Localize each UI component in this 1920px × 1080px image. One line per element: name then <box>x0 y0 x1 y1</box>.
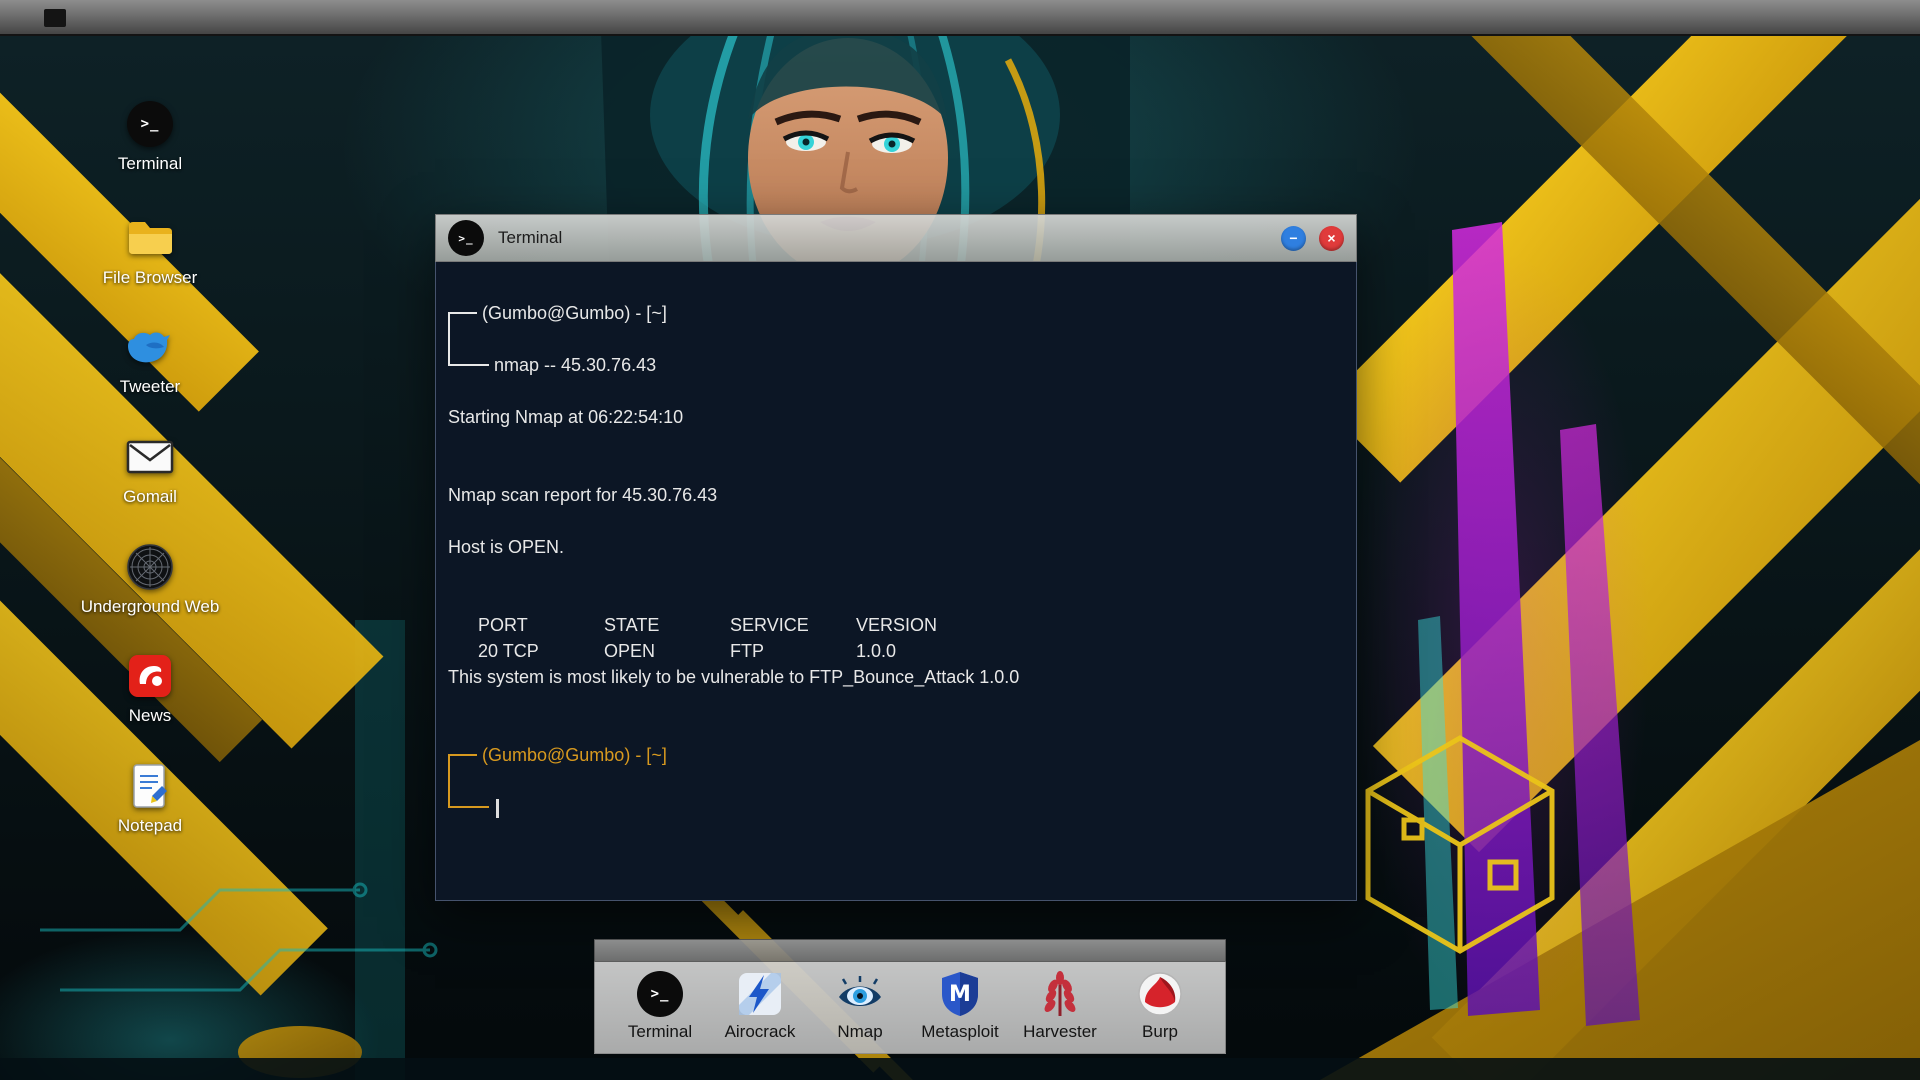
desktop-icon-label: File Browser <box>102 268 198 287</box>
dock-item-metasploit[interactable]: M Metasploit <box>910 968 1010 1053</box>
dock-item-label: Burp <box>1142 1022 1178 1041</box>
news-icon <box>128 650 172 702</box>
terminal-titlebar[interactable]: >_ Terminal − × <box>435 214 1357 262</box>
dock-item-label: Nmap <box>837 1022 883 1041</box>
prompt-bracket-bottom <box>448 352 494 378</box>
close-icon: × <box>1327 230 1336 246</box>
topbar <box>0 0 1920 36</box>
minimize-button[interactable]: − <box>1281 225 1306 251</box>
desktop-icon-label: Underground Web <box>80 597 220 616</box>
host-state-line: Host is OPEN. <box>448 537 565 557</box>
terminal-icon: >_ <box>448 220 484 256</box>
bird-icon <box>126 321 174 373</box>
prompt-bracket-top <box>448 300 482 326</box>
col-state: STATE <box>604 615 660 635</box>
dock: >_ Terminal Airocrack Nmap M Metasploit … <box>594 939 1226 1054</box>
nmap-start-line: Starting Nmap at 06:22:54:10 <box>448 407 684 427</box>
minimize-icon: − <box>1289 230 1298 246</box>
terminal-output-area[interactable]: (Gumbo@Gumbo) - [~] nmap -- 45.30.76.43 … <box>435 262 1357 901</box>
prompt-user: (Gumbo@Gumbo) - [~] <box>482 745 667 765</box>
dock-item-terminal[interactable]: >_ Terminal <box>610 968 710 1053</box>
col-service: SERVICE <box>730 615 809 635</box>
svg-text:M: M <box>949 982 971 1007</box>
col-port: PORT <box>478 615 528 635</box>
scan-table-header: PORT STATE SERVICE VERSION <box>448 586 1336 635</box>
terminal-window: >_ Terminal − × (Gumbo@Gumbo) - [~] nmap… <box>435 214 1357 901</box>
terminal-icon: >_ <box>637 968 683 1020</box>
desktop-icon-terminal[interactable]: >_ Terminal <box>75 98 225 174</box>
dock-main: >_ Terminal Airocrack Nmap M Metasploit … <box>594 962 1226 1054</box>
envelope-icon <box>126 431 174 483</box>
shield-icon: M <box>938 968 982 1020</box>
dock-item-label: Airocrack <box>724 1022 796 1041</box>
dock-item-label: Metasploit <box>921 1022 999 1041</box>
desktop-icon-file-browser[interactable]: File Browser <box>75 212 225 288</box>
desktop-icon-gomail[interactable]: Gomail <box>75 431 225 507</box>
cell-version: 1.0.0 <box>856 641 897 661</box>
terminal-prompt-1: (Gumbo@Gumbo) - [~] nmap -- 45.30.76.43 <box>448 300 1336 378</box>
desktop-icon-tweeter[interactable]: Tweeter <box>75 321 225 397</box>
web-icon <box>126 541 174 593</box>
prompt-bracket-mid <box>448 768 482 794</box>
dock-item-airocrack[interactable]: Airocrack <box>710 968 810 1053</box>
cell-port: 20 TCP <box>478 641 539 661</box>
desktop-icon-label: News <box>128 706 172 725</box>
desktop-icon-label: Notepad <box>117 816 183 835</box>
folder-icon <box>126 212 174 264</box>
prompt-bracket-mid <box>448 326 482 352</box>
desktop-icon-label: Gomail <box>123 487 177 506</box>
burp-icon <box>1137 968 1183 1020</box>
desktop-icon-notepad[interactable]: Notepad <box>75 760 225 836</box>
nmap-report-line: Nmap scan report for 45.30.76.43 <box>448 485 718 505</box>
desktop-icon-label: Tweeter <box>119 377 181 396</box>
dock-item-label: Terminal <box>627 1022 693 1041</box>
dock-item-harvester[interactable]: Harvester <box>1010 968 1110 1053</box>
dock-item-nmap[interactable]: Nmap <box>810 968 910 1053</box>
close-button[interactable]: × <box>1319 225 1344 251</box>
prompt-bracket-top <box>448 742 482 768</box>
dock-item-label: Harvester <box>1023 1022 1097 1041</box>
dock-item-burp[interactable]: Burp <box>1110 968 1210 1053</box>
topbar-app-icon[interactable] <box>44 9 66 27</box>
prompt-bracket-bottom <box>448 794 494 820</box>
dock-handle[interactable] <box>594 939 1226 962</box>
notepad-icon <box>128 760 172 812</box>
terminal-prompt-2: (Gumbo@Gumbo) - [~] <box>448 742 1336 820</box>
window-title: Terminal <box>498 228 563 247</box>
desktop-icon-label: Terminal <box>117 154 183 173</box>
terminal-icon: >_ <box>127 98 173 150</box>
desktop-icon-news[interactable]: News <box>75 650 225 726</box>
desktop-icon-underground-web[interactable]: Underground Web <box>75 541 225 617</box>
terminal-cursor <box>496 798 499 818</box>
col-version: VERSION <box>856 615 938 635</box>
airocrack-icon <box>737 968 783 1020</box>
eye-icon <box>836 968 884 1020</box>
cell-state: OPEN <box>604 641 656 661</box>
prompt-command: nmap -- 45.30.76.43 <box>494 355 657 375</box>
cell-service: FTP <box>730 641 765 661</box>
prompt-user: (Gumbo@Gumbo) - [~] <box>482 303 667 323</box>
vulnerability-line: This system is most likely to be vulnera… <box>448 667 1020 687</box>
wheat-icon <box>1040 968 1080 1020</box>
